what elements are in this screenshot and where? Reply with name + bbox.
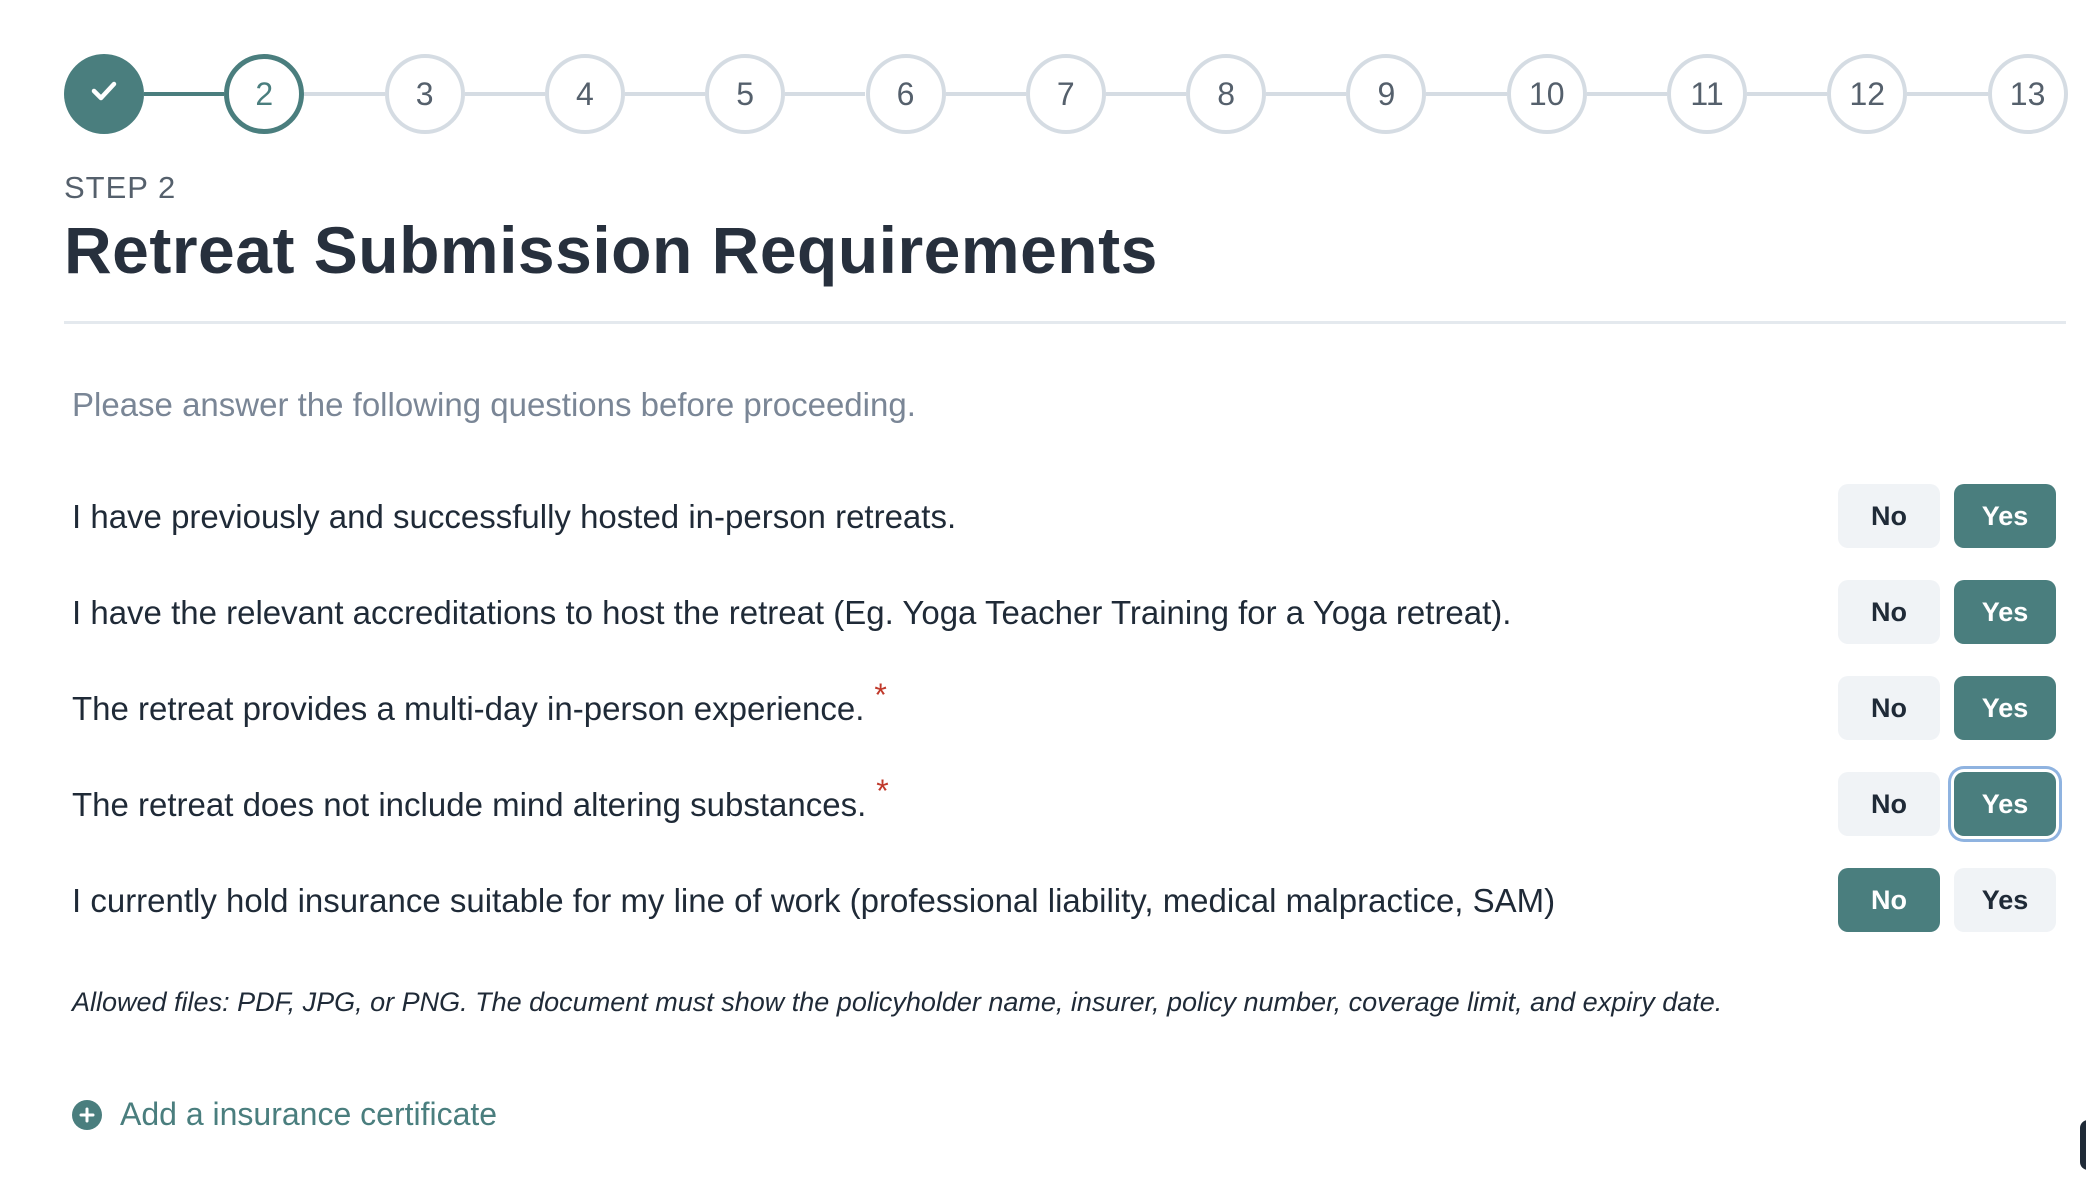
step-number: 7 (1056, 75, 1075, 112)
answer-no-button[interactable]: No (1838, 580, 1940, 644)
question-row: The retreat provides a multi-day in-pers… (0, 676, 2086, 744)
question-row: I currently hold insurance suitable for … (0, 868, 2086, 936)
page: 2 3 4 5 6 7 8 9 10 11 12 13 STEP 2 Retreat Submissi… (0, 0, 2086, 1182)
stepper-connector (1747, 92, 1828, 96)
question-row: I have previously and successfully hoste… (0, 484, 2086, 552)
step-4-circle[interactable]: 4 (544, 54, 625, 134)
stepper-connector (1105, 92, 1187, 96)
intro-text: Please answer the following questions be… (72, 386, 916, 423)
stepper-connector (945, 92, 1026, 96)
answer-yes-button[interactable]: Yes (1954, 484, 2056, 548)
stepper-connector (785, 92, 866, 96)
question-text: I currently hold insurance suitable for … (72, 882, 1555, 920)
step-number: 4 (575, 75, 594, 112)
question-label: I have previously and successfully hoste… (72, 498, 957, 535)
step-number: 6 (896, 75, 915, 112)
stepper-connector (1426, 92, 1507, 96)
plus-circle-icon (72, 1099, 102, 1130)
step-11-circle[interactable]: 11 (1667, 54, 1747, 134)
step-number: 2 (255, 75, 274, 112)
add-insurance-certificate-link[interactable]: Add a insurance certificate (72, 1096, 497, 1133)
step-number: 11 (1690, 75, 1724, 112)
question-text: The retreat does not include mind alteri… (72, 773, 889, 824)
step-7-circle[interactable]: 7 (1025, 54, 1106, 134)
step-number: 13 (2009, 75, 2046, 112)
scroll-handle (2080, 1120, 2086, 1170)
question-row: The retreat does not include mind alteri… (0, 772, 2086, 840)
add-certificate-label: Add a insurance certificate (120, 1096, 498, 1132)
step-10-circle[interactable]: 10 (1506, 54, 1587, 134)
step-3-circle[interactable]: 3 (384, 54, 465, 134)
stepper-connector (1266, 92, 1347, 96)
answer-yes-button[interactable]: Yes (1954, 580, 2056, 644)
question-label: I currently hold insurance suitable for … (72, 882, 1556, 919)
stepper-connector (304, 92, 385, 96)
page-title: Retreat Submission Requirements (64, 213, 1158, 287)
step-9-circle[interactable]: 9 (1346, 54, 1427, 134)
step-5-circle[interactable]: 5 (705, 54, 786, 134)
step-label: STEP 2 (64, 170, 177, 205)
step-13-circle[interactable]: 13 (1987, 54, 2068, 134)
step-number: 5 (736, 75, 755, 112)
step-number: 9 (1377, 75, 1396, 112)
step-number: 3 (415, 75, 434, 112)
step-1-circle[interactable] (64, 54, 144, 134)
required-asterisk: * (876, 773, 889, 809)
stepper-connector (624, 92, 706, 96)
question-text: I have previously and successfully hoste… (72, 498, 956, 536)
step-number: 12 (1849, 75, 1886, 112)
step-number: 8 (1217, 75, 1235, 112)
question-text: I have the relevant accreditations to ho… (72, 594, 1511, 632)
header-divider (64, 321, 2066, 324)
stepper-connector (1907, 92, 1988, 96)
answer-no-button[interactable]: No (1838, 676, 1940, 740)
check-icon (84, 70, 124, 118)
step-number: 10 (1528, 75, 1565, 112)
required-asterisk: * (874, 677, 887, 713)
question-text: The retreat provides a multi-day in-pers… (72, 677, 887, 728)
stepper-connector (1586, 92, 1667, 96)
question-row: I have the relevant accreditations to ho… (0, 580, 2086, 648)
step-12-circle[interactable]: 12 (1827, 54, 1908, 134)
stepper-connector (144, 92, 225, 96)
answer-no-button[interactable]: No (1838, 772, 1940, 836)
question-label: The retreat provides a multi-day in-pers… (72, 690, 865, 727)
step-2-circle[interactable]: 2 (224, 54, 305, 134)
answer-no-button[interactable]: No (1838, 484, 1940, 548)
step-8-circle[interactable]: 8 (1186, 54, 1267, 134)
answer-yes-button[interactable]: Yes (1954, 772, 2056, 836)
step-6-circle[interactable]: 6 (865, 54, 946, 134)
answer-yes-button[interactable]: Yes (1954, 868, 2056, 932)
stepper-connector (464, 92, 545, 96)
allowed-files-note: Allowed files: PDF, JPG, or PNG. The doc… (72, 987, 1723, 1017)
progress-stepper: 2 3 4 5 6 7 8 9 10 11 12 13 (0, 0, 2086, 190)
answer-no-button[interactable]: No (1838, 868, 1940, 932)
answer-yes-button[interactable]: Yes (1954, 676, 2056, 740)
question-label: The retreat does not include mind alteri… (72, 786, 867, 823)
question-label: I have the relevant accreditations to ho… (72, 594, 1512, 631)
